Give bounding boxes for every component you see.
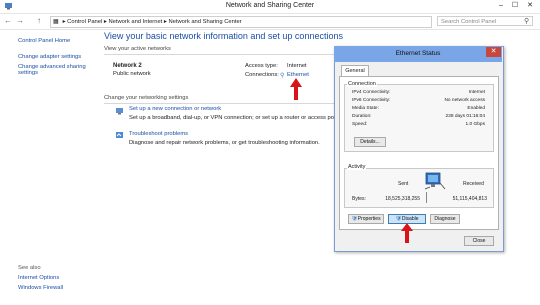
- dialog-title: Ethernet Status: [395, 50, 441, 57]
- duration-value: 238 days 01:16:04: [445, 114, 485, 119]
- bytes-received-value: 51,115,404,813: [452, 196, 487, 202]
- access-type-value: Internet: [287, 63, 307, 69]
- breadcrumb-sep: ▸: [163, 19, 167, 25]
- see-also-internet-options[interactable]: Internet Options: [18, 275, 59, 281]
- connection-group-label: Connection: [347, 81, 377, 87]
- control-panel-icon: ▦: [53, 19, 59, 25]
- network-type: Public network: [113, 71, 151, 77]
- diagnose-button[interactable]: Diagnose: [430, 214, 460, 224]
- address-field[interactable]: ▦ ▸ Control Panel ▸ Network and Internet…: [50, 16, 432, 28]
- ethernet-icon: ⚲: [280, 73, 285, 79]
- divider: [104, 103, 334, 104]
- speed-value: 1.0 Gbps: [465, 122, 485, 127]
- setup-connection-link[interactable]: Set up a new connection or network: [129, 106, 221, 112]
- received-label: Received: [463, 181, 484, 187]
- properties-button[interactable]: 🛡Properties: [348, 214, 384, 224]
- search-icon[interactable]: ⚲: [524, 17, 529, 25]
- search-input[interactable]: Search Control Panel: [437, 16, 533, 26]
- up-button[interactable]: ↑: [34, 16, 44, 26]
- change-settings-label: Change your networking settings: [104, 95, 189, 101]
- divider: [104, 54, 334, 55]
- breadcrumb-network-internet[interactable]: Network and Internet: [108, 17, 162, 27]
- activity-group: [344, 168, 494, 208]
- media-state-value: Enabled: [467, 106, 485, 111]
- properties-label: Properties: [357, 216, 381, 222]
- breadcrumb-sep: ▸: [62, 19, 66, 25]
- back-button[interactable]: ←: [3, 16, 13, 26]
- page-title: View your basic network information and …: [104, 31, 343, 41]
- divider: [426, 192, 427, 203]
- troubleshoot-link[interactable]: Troubleshoot problems: [129, 131, 188, 137]
- media-state-label: Media State:: [352, 106, 379, 111]
- forward-button[interactable]: →: [15, 16, 25, 26]
- breadcrumb-sep: ▸: [103, 19, 107, 25]
- see-also-label: See also: [18, 265, 41, 271]
- troubleshoot-desc: Diagnose and repair network problems, or…: [129, 140, 320, 146]
- see-also-windows-firewall[interactable]: Windows Firewall: [18, 285, 63, 291]
- dialog-close-action-button[interactable]: Close: [464, 236, 494, 246]
- sidebar-item-advanced-sharing[interactable]: Change advanced sharing settings: [18, 64, 93, 76]
- disable-label: Disable: [401, 216, 419, 222]
- tab-general[interactable]: General: [341, 65, 369, 76]
- sidebar-item-adapter[interactable]: Change adapter settings: [18, 54, 81, 60]
- bytes-label: Bytes:: [352, 196, 366, 202]
- window-title: Network and Sharing Center: [225, 2, 315, 9]
- ipv4-value: Internet: [468, 90, 485, 95]
- active-networks-label: View your active networks: [104, 46, 171, 52]
- details-button[interactable]: Details...: [354, 137, 386, 147]
- new-connection-icon: [115, 106, 124, 117]
- annotation-arrow-up-icon: [290, 78, 302, 100]
- sent-label: Sent: [398, 181, 409, 187]
- network-name: Network 2: [113, 63, 142, 69]
- bytes-sent-value: 18,525,318,255: [385, 196, 420, 202]
- access-type-label: Access type:: [245, 63, 278, 69]
- sidebar-home-link[interactable]: Control Panel Home: [18, 38, 70, 44]
- ipv6-label: IPv6 Connectivity:: [352, 98, 391, 103]
- ipv4-label: IPv4 Connectivity:: [352, 90, 391, 95]
- connections-label: Connections:: [245, 72, 279, 78]
- close-button[interactable]: ✕: [523, 1, 537, 11]
- duration-label: Duration:: [352, 114, 372, 119]
- ipv6-value: No network access: [444, 98, 485, 103]
- minimize-button[interactable]: –: [494, 1, 508, 11]
- annotation-arrow-up-icon: [401, 223, 413, 243]
- troubleshoot-icon: [115, 131, 124, 142]
- maximize-button[interactable]: ☐: [508, 1, 522, 11]
- setup-connection-desc: Set up a broadband, dial-up, or VPN conn…: [129, 115, 342, 121]
- breadcrumb-network-sharing[interactable]: Network and Sharing Center: [168, 17, 241, 27]
- speed-label: Speed:: [352, 122, 368, 127]
- dialog-close-button[interactable]: ✕: [486, 47, 501, 57]
- breadcrumb-control-panel[interactable]: Control Panel: [67, 17, 102, 27]
- activity-group-label: Activity: [347, 164, 367, 170]
